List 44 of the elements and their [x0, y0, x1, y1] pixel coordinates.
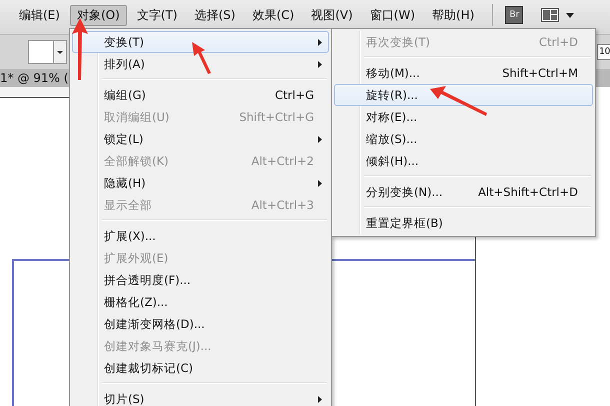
menu-item[interactable]: 切片(S) — [72, 388, 329, 406]
submenu-arrow-icon — [318, 396, 322, 403]
menu-bar-item[interactable]: 效果(C) — [245, 4, 302, 26]
submenu-arrow-icon — [318, 39, 322, 46]
menu-bar-item[interactable]: 窗口(W) — [362, 4, 422, 26]
shortcut-label: Ctrl+D — [539, 35, 578, 49]
shortcut-label: Shift+Ctrl+M — [502, 66, 578, 80]
fill-swatch[interactable] — [28, 40, 54, 64]
menu-bar-item[interactable]: 视图(V) — [304, 4, 360, 26]
menu-item[interactable]: 锁定(L) — [72, 128, 329, 150]
menu-item[interactable]: 移动(M)... Shift+Ctrl+M — [334, 62, 593, 84]
annotation-arrow — [430, 86, 488, 116]
shortcut-label: Alt+Shift+Ctrl+D — [478, 185, 578, 199]
shortcut-label: Shift+Ctrl+G — [239, 110, 314, 124]
document-tab[interactable]: 1* @ 91% ( — [0, 71, 68, 85]
submenu-arrow-icon — [318, 136, 322, 143]
menu-item[interactable]: 拼合透明度(F)... — [72, 269, 329, 291]
menu-item[interactable]: 扩展(X)... — [72, 225, 329, 247]
menu-item[interactable]: 创建渐变网格(D)... — [72, 313, 329, 335]
menu-item[interactable]: 缩放(S)... — [334, 128, 593, 150]
menu-bar-item[interactable]: 选择(S) — [187, 4, 242, 26]
menu-item[interactable]: 倾斜(H)... — [334, 150, 593, 172]
menu-item[interactable]: 旋转(R)... — [334, 84, 593, 106]
annotation-arrow — [190, 42, 212, 74]
menu-item[interactable]: 分别变换(N)... Alt+Shift+Ctrl+D — [334, 181, 593, 203]
menu-bar-item[interactable]: 帮助(H) — [425, 4, 482, 26]
shortcut-label: Alt+Ctrl+2 — [251, 154, 314, 168]
submenu-arrow-icon — [318, 180, 322, 187]
menu-item[interactable]: 隐藏(H) — [72, 172, 329, 194]
shortcut-label: Ctrl+G — [274, 88, 314, 102]
menu-item[interactable]: 排列(A) — [72, 53, 329, 75]
zoom-field[interactable]: 10 — [597, 44, 610, 60]
menu-item[interactable]: 创建裁切标记(C) — [72, 357, 329, 379]
menu-item[interactable]: 重置定界框(B) — [334, 212, 593, 234]
submenu-arrow-icon — [318, 61, 322, 68]
menu-item[interactable]: 对称(E)... — [334, 106, 593, 128]
menu-bar-item[interactable]: 文字(T) — [130, 4, 184, 26]
menu-item[interactable]: 栅格化(Z)... — [72, 291, 329, 313]
bridge-button[interactable]: Br — [505, 6, 524, 24]
menu-bar-item[interactable]: 对象(O) — [70, 4, 127, 26]
menu-item[interactable]: 变换(T) — [72, 31, 329, 53]
menu-bar-item[interactable]: 编辑(E) — [12, 4, 67, 26]
shortcut-label: Alt+Ctrl+3 — [251, 198, 314, 212]
menu-item[interactable]: 编组(G) Ctrl+G — [72, 84, 329, 106]
